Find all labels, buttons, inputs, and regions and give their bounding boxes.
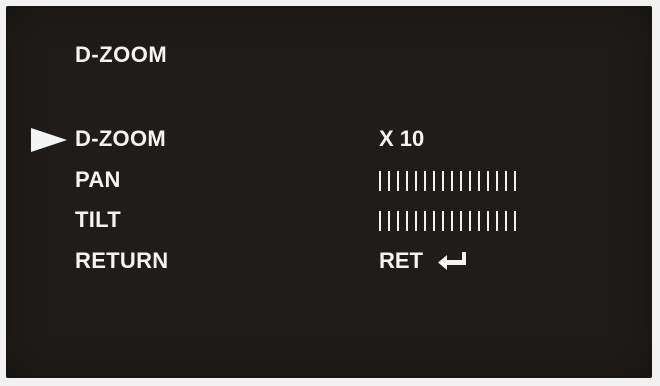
level-tick	[451, 211, 453, 231]
menu-item-return[interactable]: RETURN RET	[6, 246, 652, 276]
level-tick	[379, 211, 381, 231]
menu-item-label: TILT	[75, 207, 121, 232]
enter-return-icon	[438, 252, 466, 270]
level-tick	[397, 211, 399, 231]
menu-item-label: RETURN	[75, 248, 169, 273]
osd-menu-panel: D-ZOOM D-ZOOM X 10 PAN TILT RETURN RET	[6, 6, 652, 378]
menu-item-label: PAN	[75, 167, 121, 192]
level-tick	[505, 211, 507, 231]
level-tick	[424, 211, 426, 231]
level-tick	[397, 171, 399, 191]
pan-level-bar[interactable]	[379, 169, 523, 193]
level-tick	[433, 211, 435, 231]
menu-item-d-zoom[interactable]: D-ZOOM X 10	[6, 124, 652, 154]
level-tick	[514, 211, 516, 231]
level-tick	[388, 211, 390, 231]
level-tick	[469, 211, 471, 231]
level-tick	[487, 171, 489, 191]
level-tick	[442, 211, 444, 231]
zoom-value[interactable]: X 10	[379, 126, 424, 152]
level-tick	[460, 211, 462, 231]
level-tick	[505, 171, 507, 191]
return-value: RET	[379, 248, 423, 273]
level-tick	[415, 211, 417, 231]
menu-title: D-ZOOM	[75, 42, 168, 67]
level-tick	[478, 211, 480, 231]
level-tick	[496, 171, 498, 191]
level-tick	[424, 171, 426, 191]
level-tick	[487, 211, 489, 231]
menu-item-pan[interactable]: PAN	[6, 165, 652, 195]
selection-cursor-icon	[31, 128, 67, 152]
level-tick	[442, 171, 444, 191]
level-tick	[388, 171, 390, 191]
return-button[interactable]: RET	[379, 248, 469, 274]
level-tick	[460, 171, 462, 191]
level-tick	[406, 171, 408, 191]
tilt-level-bar[interactable]	[379, 209, 523, 233]
level-tick	[496, 211, 498, 231]
level-tick	[433, 171, 435, 191]
level-tick	[379, 171, 381, 191]
level-tick	[469, 171, 471, 191]
menu-item-label: D-ZOOM	[75, 126, 167, 151]
level-tick	[451, 171, 453, 191]
level-tick	[406, 211, 408, 231]
level-tick	[415, 171, 417, 191]
level-tick	[478, 171, 480, 191]
level-tick	[514, 171, 516, 191]
menu-item-tilt[interactable]: TILT	[6, 205, 652, 235]
